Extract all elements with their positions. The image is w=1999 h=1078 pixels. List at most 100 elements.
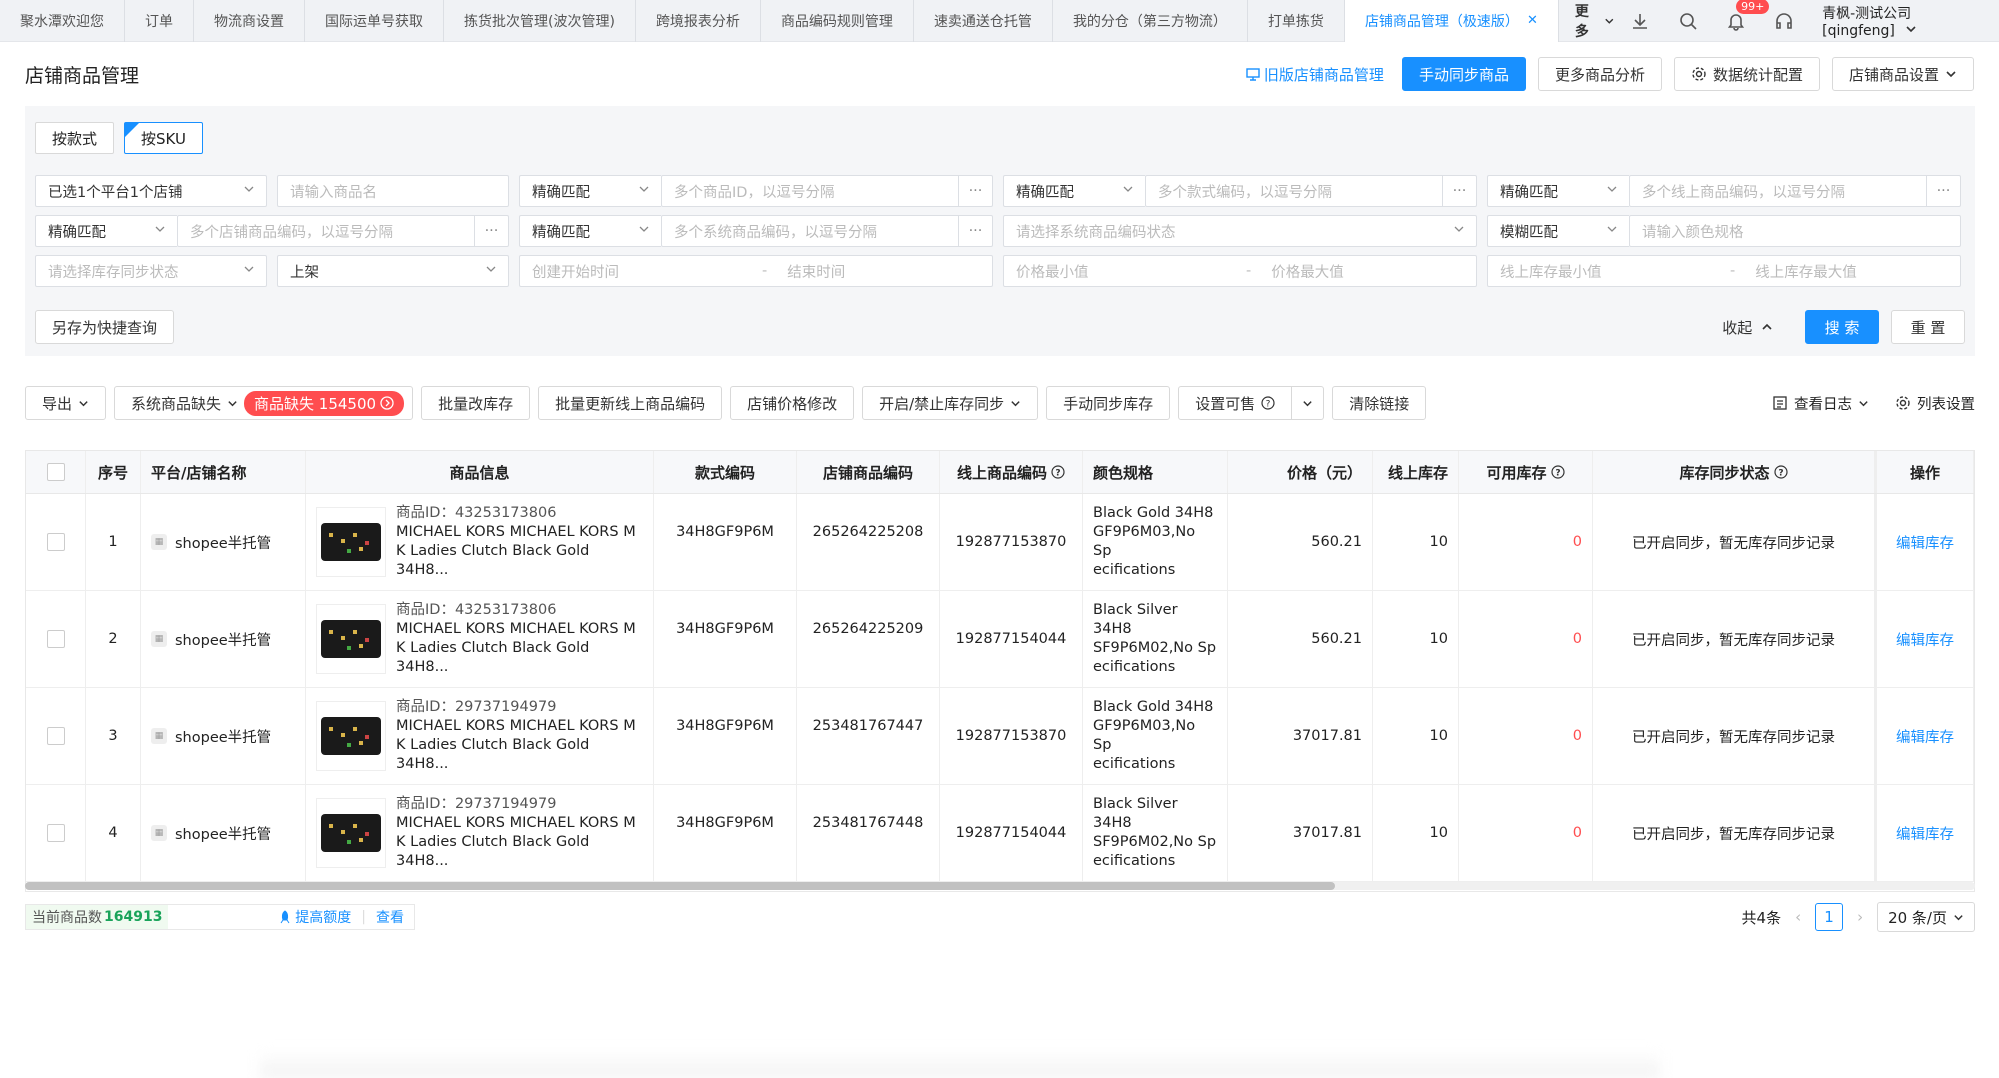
sys-codes-input[interactable]: 多个系统商品编码，以逗号分隔 ··· xyxy=(661,215,993,247)
mode-by-style[interactable]: 按款式 xyxy=(35,122,115,154)
edit-stock-link[interactable]: 编辑库存 xyxy=(1875,688,1974,784)
row-checkbox[interactable] xyxy=(46,727,65,745)
row-checkbox[interactable] xyxy=(46,824,65,842)
more-icon[interactable]: ··· xyxy=(1926,176,1960,206)
set-sellable-dropdown[interactable] xyxy=(1292,386,1325,420)
create-time-range[interactable]: 创建开始时间 - 结束时间 xyxy=(519,255,993,287)
column-settings-button[interactable]: 列表设置 xyxy=(1895,393,1975,414)
more-analysis-button[interactable]: 更多商品分析 xyxy=(1537,57,1662,91)
current-count: 当前商品数 164913 xyxy=(26,905,169,929)
bell-icon[interactable]: 99+ xyxy=(1726,0,1770,32)
sys-code-status-select[interactable]: 请选择系统商品编码状态 xyxy=(1003,215,1477,247)
product-thumbnail[interactable] xyxy=(316,798,386,868)
tab-waybill[interactable]: 国际运单号获取 xyxy=(305,0,444,42)
price-range[interactable]: 价格最小值 - 价格最大值 xyxy=(1003,255,1477,287)
product-thumbnail[interactable] xyxy=(316,701,386,771)
online-codes-input[interactable]: 多个线上商品编码，以逗号分隔 ··· xyxy=(1629,175,1961,207)
tab-code-rules[interactable]: 商品编码规则管理 xyxy=(761,0,914,42)
old-version-link[interactable]: 旧版店铺商品管理 xyxy=(1246,64,1384,85)
view-link[interactable]: 查看 xyxy=(376,907,404,927)
match-select-ids[interactable]: 精确匹配 xyxy=(519,175,661,207)
tab-print[interactable]: 打单拣货 xyxy=(1248,0,1345,42)
user-menu[interactable]: 青枫-测试公司[qingfeng] xyxy=(1822,3,1973,39)
set-sellable-button[interactable]: 设置可售? xyxy=(1178,386,1293,420)
online-stock-range[interactable]: 线上库存最小值 - 线上库存最大值 xyxy=(1487,255,1961,287)
missing-count-badge[interactable]: 商品缺失 154500 xyxy=(244,390,405,416)
tab-welcome[interactable]: 聚水潭欢迎您 xyxy=(0,0,125,42)
view-log-button[interactable]: 查看日志 xyxy=(1772,393,1869,414)
range-separator: - xyxy=(1246,263,1252,279)
style-code: 34H8GF9P6M xyxy=(654,591,797,687)
product-thumbnail[interactable] xyxy=(316,507,386,577)
match-select-online[interactable]: 精确匹配 xyxy=(1487,175,1629,207)
bulk-update-code-button[interactable]: 批量更新线上商品编码 xyxy=(538,386,723,420)
stock-sync-status-select[interactable]: 请选择库存同步状态 xyxy=(35,255,267,287)
scrollbar-thumb[interactable] xyxy=(25,882,1335,890)
tab-reports[interactable]: 跨境报表分析 xyxy=(636,0,761,42)
tab-aliexpress[interactable]: 速卖通送仓托管 xyxy=(914,0,1053,42)
online-stock: 10 xyxy=(1373,785,1459,881)
edit-stock-link[interactable]: 编辑库存 xyxy=(1875,494,1974,590)
style-codes-input[interactable]: 多个款式编码，以逗号分隔 ··· xyxy=(1145,175,1477,207)
row-checkbox[interactable] xyxy=(46,533,65,551)
toggle-sync-button[interactable]: 开启/禁止库存同步 xyxy=(862,386,1039,420)
chevron-down-icon xyxy=(244,266,254,272)
download-icon[interactable] xyxy=(1630,10,1650,32)
row-checkbox[interactable] xyxy=(46,630,65,648)
listing-status-select[interactable]: 上架 xyxy=(277,255,509,287)
raise-quota-link[interactable]: 提高额度 xyxy=(279,907,351,927)
tab-more-button[interactable]: 更多 xyxy=(1559,1,1630,41)
store-settings-button[interactable]: 店铺商品设置 xyxy=(1831,57,1974,91)
stats-config-button[interactable]: 数据统计配置 xyxy=(1673,57,1820,91)
tab-warehouse[interactable]: 我的分仓（第三方物流） xyxy=(1053,0,1248,42)
headset-icon[interactable] xyxy=(1774,10,1794,32)
match-select-store-code[interactable]: 精确匹配 xyxy=(35,215,177,247)
next-page-icon[interactable]: › xyxy=(1857,908,1863,926)
product-ids-input[interactable]: 多个商品ID，以逗号分隔 ··· xyxy=(661,175,993,207)
select-all-checkbox[interactable] xyxy=(46,463,65,481)
button-label: 列表设置 xyxy=(1917,396,1975,413)
edit-stock-link[interactable]: 编辑库存 xyxy=(1875,591,1974,687)
manual-sync-products-button[interactable]: 手动同步商品 xyxy=(1401,57,1526,91)
store-name: shopee半托管 xyxy=(175,826,272,843)
bulk-stock-button[interactable]: 批量改库存 xyxy=(421,386,531,420)
edit-stock-link[interactable]: 编辑库存 xyxy=(1875,785,1974,881)
export-button[interactable]: 导出 xyxy=(25,386,107,420)
button-label: 数据统计配置 xyxy=(1712,65,1803,84)
page-current[interactable]: 1 xyxy=(1815,903,1844,931)
tab-store-products[interactable]: 店铺商品管理（极速版） ✕ xyxy=(1344,0,1559,42)
tab-picking[interactable]: 拣货批次管理(波次管理) xyxy=(444,0,636,42)
product-name-input[interactable]: 请输入商品名 xyxy=(277,175,509,207)
close-icon[interactable]: ✕ xyxy=(1527,13,1538,28)
more-icon[interactable]: ··· xyxy=(958,216,992,246)
match-select-style[interactable]: 精确匹配 xyxy=(1003,175,1145,207)
match-select-color[interactable]: 模糊匹配 xyxy=(1487,215,1629,247)
search-icon[interactable] xyxy=(1678,10,1698,32)
prev-page-icon[interactable]: ‹ xyxy=(1795,908,1801,926)
store-codes-input[interactable]: 多个店铺商品编码，以逗号分隔 ··· xyxy=(177,215,509,247)
tab-logistics[interactable]: 物流商设置 xyxy=(194,0,305,42)
reset-button[interactable]: 重 置 xyxy=(1891,310,1965,344)
mode-by-sku[interactable]: 按SKU xyxy=(124,122,203,154)
sys-missing-dropdown[interactable]: 系统商品缺失 商品缺失 154500 xyxy=(114,386,414,420)
clear-link-button[interactable]: 清除链接 xyxy=(1332,386,1427,420)
collapse-toggle[interactable]: 收起 xyxy=(1722,317,1773,338)
search-button[interactable]: 搜 索 xyxy=(1805,310,1879,344)
tab-orders[interactable]: 订单 xyxy=(125,0,194,42)
save-quick-query-button[interactable]: 另存为快捷查询 xyxy=(35,310,175,344)
more-icon[interactable]: ··· xyxy=(474,216,508,246)
more-icon[interactable]: ··· xyxy=(958,176,992,206)
product-thumbnail[interactable] xyxy=(316,604,386,674)
price-change-button[interactable]: 店铺价格修改 xyxy=(730,386,855,420)
product-id: 商品ID：29737194979 xyxy=(396,699,557,715)
column-header-online-code: 线上商品编码? xyxy=(940,451,1083,493)
manual-sync-stock-button[interactable]: 手动同步库存 xyxy=(1046,386,1171,420)
store-select[interactable]: 已选1个平台1个店铺 xyxy=(35,175,267,207)
horizontal-scrollbar[interactable] xyxy=(25,882,1975,890)
more-icon[interactable]: ··· xyxy=(1442,176,1476,206)
color-spec-input[interactable]: 请输入颜色规格 xyxy=(1629,215,1961,247)
page-size-select[interactable]: 20 条/页 xyxy=(1877,902,1975,932)
match-select-sys-code[interactable]: 精确匹配 xyxy=(519,215,661,247)
chevron-down-icon xyxy=(1946,71,1956,78)
chevron-down-icon xyxy=(486,266,496,272)
